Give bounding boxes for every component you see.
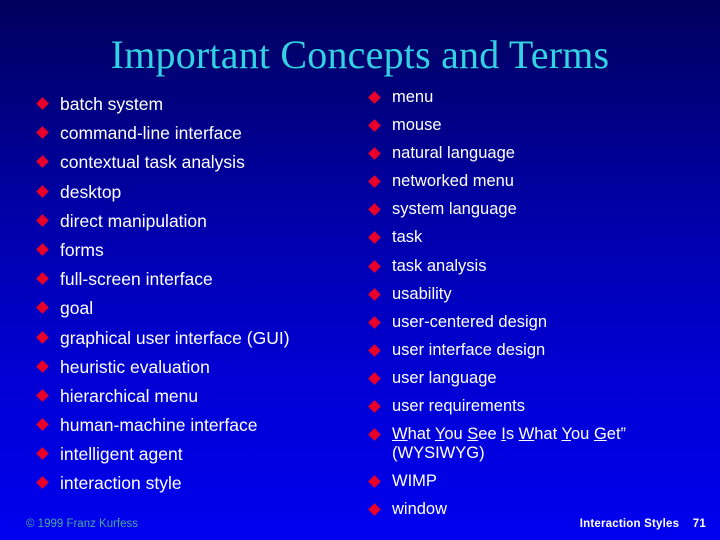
diamond-bullet-icon bbox=[36, 476, 49, 490]
list-item-label: command-line interface bbox=[60, 123, 242, 144]
diamond-bullet-icon bbox=[368, 372, 381, 385]
diamond-bullet-icon bbox=[368, 343, 381, 357]
list-item-label: task analysis bbox=[392, 256, 487, 275]
list-item[interactable]: networked menu bbox=[368, 172, 718, 191]
diamond-bullet-icon bbox=[368, 119, 381, 132]
list-item-label: task bbox=[392, 228, 423, 247]
diamond-bullet-icon bbox=[368, 175, 381, 189]
list-item[interactable]: menu bbox=[368, 88, 718, 107]
list-item[interactable]: desktop bbox=[36, 181, 368, 202]
diamond-bullet-icon bbox=[36, 126, 49, 140]
page-number: 71 bbox=[692, 518, 706, 530]
list-item-label: mouse bbox=[392, 116, 442, 135]
list-item[interactable]: human-machine interface bbox=[36, 415, 368, 436]
list-item[interactable]: full-screen interface bbox=[36, 269, 368, 290]
list-item[interactable]: user language bbox=[368, 368, 718, 388]
list-item-label: natural language bbox=[392, 144, 515, 163]
list-item-label: intelligent agent bbox=[60, 444, 183, 465]
diamond-bullet-icon bbox=[368, 231, 381, 245]
slide-canvas: Important Concepts and Terms batch syste… bbox=[0, 0, 720, 540]
list-item-label: What You See Is What You Get” (WYSIWYG) bbox=[392, 425, 627, 463]
footer-spacer bbox=[683, 518, 690, 530]
list-item-label: contextual task analysis bbox=[60, 152, 245, 173]
list-item-label: hierarchical menu bbox=[60, 385, 199, 406]
diamond-bullet-icon bbox=[36, 389, 49, 402]
list-item-label: user-centered design bbox=[392, 312, 548, 331]
diamond-bullet-icon bbox=[368, 315, 381, 329]
slide-footer: Interaction Styles 71 bbox=[580, 517, 706, 531]
list-item-label: desktop bbox=[60, 181, 122, 202]
list-item-wysiwyg[interactable]: What You See Is What You Get” (WYSIWYG) bbox=[368, 425, 718, 463]
list-item[interactable]: forms bbox=[36, 239, 368, 260]
diamond-bullet-icon bbox=[368, 259, 381, 273]
diamond-bullet-icon bbox=[36, 301, 49, 315]
list-item[interactable]: task bbox=[368, 228, 718, 247]
list-item[interactable]: task analysis bbox=[368, 256, 718, 276]
list-item-label: menu bbox=[392, 88, 434, 106]
list-item[interactable]: intelligent agent bbox=[36, 444, 368, 465]
list-item-label: user language bbox=[392, 368, 497, 387]
list-item[interactable]: command-line interface bbox=[36, 123, 368, 144]
list-item[interactable]: system language bbox=[368, 200, 718, 219]
list-item-label: networked menu bbox=[392, 172, 514, 191]
diamond-bullet-icon bbox=[368, 475, 381, 489]
list-item-label: full-screen interface bbox=[60, 269, 213, 290]
list-item[interactable]: batch system bbox=[36, 94, 368, 114]
list-item-label: graphical user interface (GUI) bbox=[60, 327, 290, 348]
diamond-bullet-icon bbox=[36, 184, 49, 198]
list-item-label: user requirements bbox=[392, 397, 525, 416]
diamond-bullet-icon bbox=[36, 243, 49, 256]
page-title: Important Concepts and Terms bbox=[110, 32, 610, 77]
list-item[interactable]: user requirements bbox=[368, 397, 718, 416]
list-item-label: forms bbox=[60, 239, 104, 260]
diamond-bullet-icon bbox=[368, 287, 381, 301]
diamond-bullet-icon bbox=[36, 155, 49, 169]
list-item-label: human-machine interface bbox=[60, 415, 258, 436]
list-item-label: batch system bbox=[60, 94, 164, 114]
diamond-bullet-icon bbox=[368, 91, 381, 104]
list-item-label: system language bbox=[392, 200, 517, 219]
list-item[interactable]: WIMP bbox=[368, 472, 718, 491]
diamond-bullet-icon bbox=[368, 428, 381, 441]
list-item[interactable]: direct manipulation bbox=[36, 210, 368, 231]
list-item-label: interaction style bbox=[60, 473, 182, 494]
diamond-bullet-icon bbox=[36, 272, 49, 285]
terms-column-left: batch system command-line interface cont… bbox=[36, 94, 368, 503]
terms-column-right: menu mouse natural language networked me… bbox=[368, 88, 718, 528]
list-item[interactable]: user interface design bbox=[368, 340, 718, 360]
list-item-label: direct manipulation bbox=[60, 210, 207, 231]
list-item-label: heuristic evaluation bbox=[60, 356, 210, 377]
diamond-bullet-icon bbox=[368, 503, 381, 517]
list-item[interactable]: interaction style bbox=[36, 473, 368, 494]
list-item[interactable]: contextual task analysis bbox=[36, 152, 368, 173]
copyright-notice: © 1999 Franz Kurfess bbox=[26, 518, 139, 530]
diamond-bullet-icon bbox=[368, 203, 381, 217]
list-item-label: WIMP bbox=[392, 472, 437, 491]
diamond-bullet-icon bbox=[368, 400, 381, 413]
list-item-label: goal bbox=[60, 298, 94, 319]
list-item[interactable]: heuristic evaluation bbox=[36, 356, 368, 377]
diamond-bullet-icon bbox=[36, 359, 49, 373]
diamond-bullet-icon bbox=[36, 97, 49, 110]
diamond-bullet-icon bbox=[36, 213, 49, 227]
diamond-bullet-icon bbox=[36, 330, 49, 344]
list-item[interactable]: user-centered design bbox=[368, 312, 718, 332]
diamond-bullet-icon bbox=[36, 418, 49, 431]
list-item-label: user interface design bbox=[392, 340, 546, 359]
list-item[interactable]: goal bbox=[36, 298, 368, 319]
footer-section-label: Interaction Styles bbox=[579, 518, 680, 530]
list-item-label: usability bbox=[392, 284, 452, 303]
list-item[interactable]: natural language bbox=[368, 144, 718, 163]
list-item[interactable]: hierarchical menu bbox=[36, 385, 368, 406]
list-item[interactable]: usability bbox=[368, 284, 718, 304]
list-item[interactable]: graphical user interface (GUI) bbox=[36, 327, 368, 348]
list-item[interactable]: mouse bbox=[368, 116, 718, 135]
diamond-bullet-icon bbox=[36, 447, 49, 461]
diamond-bullet-icon bbox=[368, 147, 381, 161]
